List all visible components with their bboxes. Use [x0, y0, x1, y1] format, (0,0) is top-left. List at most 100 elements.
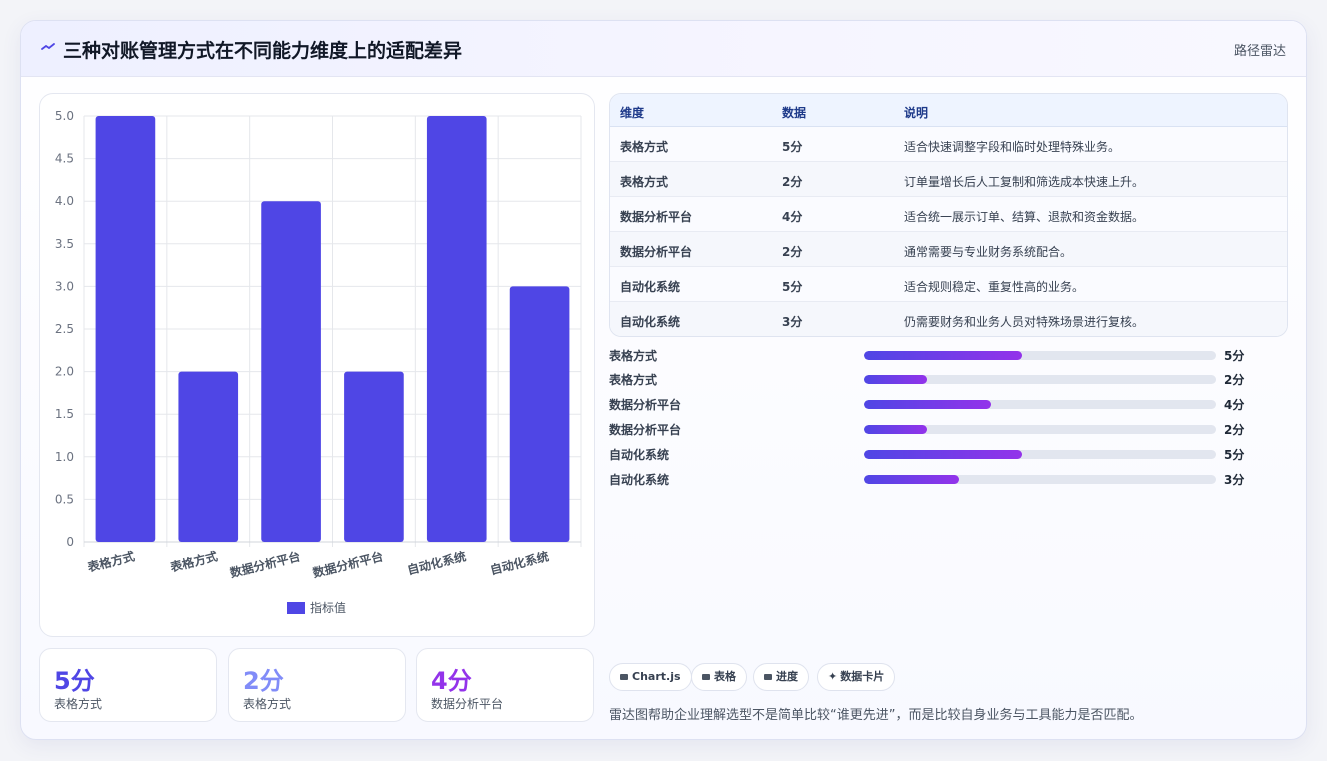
stat-card-1: 5分 表格方式	[39, 648, 217, 722]
bar-chart-panel: 0 0.5 1.0 1.5 2.0 2.5 3.0 3.5 4.0 4.5 5.0 表格方式 表格方式数…	[39, 93, 595, 637]
x-tick-label: 数据分析平台	[311, 548, 385, 580]
header-tag[interactable]: 路径雷达	[1234, 40, 1286, 59]
table-cell: 通常需要与专业财务系统配合。	[904, 245, 1073, 259]
bar	[426, 116, 487, 542]
stat-card-2: 2分 表格方式	[228, 648, 406, 722]
progress-value: 3分	[1224, 473, 1245, 487]
table-row: 数据分析平台 4分 适合统一展示订单、结算、退款和资金数据。	[610, 197, 1287, 232]
bar	[509, 286, 570, 542]
stat-label: 数据分析平台	[431, 697, 504, 711]
progress-track	[864, 375, 1216, 384]
table-row: 自动化系统 3分 仍需要财务和业务人员对特殊场景进行复核。	[610, 302, 1287, 336]
legend-swatch	[287, 602, 305, 614]
x-tick-label: 自动化系统	[406, 548, 468, 577]
progress-track	[864, 400, 1216, 409]
table-row: 数据分析平台 2分 通常需要与专业财务系统配合。	[610, 232, 1287, 267]
progress-label: 表格方式	[609, 373, 658, 387]
table-row: 表格方式 2分 订单量增长后人工复制和筛选成本快速上升。	[610, 162, 1287, 197]
progress-row: 数据分析平台 4分	[609, 395, 1259, 415]
sparkle-icon: ✦	[828, 670, 838, 683]
table-icon	[702, 674, 710, 680]
progress-track	[864, 475, 1216, 484]
progress-label: 数据分析平台	[609, 423, 682, 437]
data-table: 维度 数据 说明 表格方式 5分 适合快速调整字段和临时处理特殊业务。 表格方式…	[609, 93, 1288, 337]
main-card: 三种对账管理方式在不同能力维度上的适配差异 路径雷达 0 0.5 1.0 1.5 2.0…	[20, 20, 1307, 740]
table-cell: 自动化系统	[620, 280, 681, 294]
bar-chart: 00.51.01.52.02.53.03.54.04.55.0表格方式 表格方式数…	[55, 109, 582, 615]
card-header: 三种对账管理方式在不同能力维度上的适配差异 路径雷达	[21, 21, 1306, 77]
table-cell: 自动化系统	[620, 315, 681, 329]
stat-label: 表格方式	[54, 697, 103, 711]
y-tick-label: 3.5	[55, 237, 74, 251]
progress-row: 表格方式 5分	[609, 346, 1259, 366]
x-tick-label: 数据分析平台	[228, 548, 302, 580]
table-cell: 适合快速调整字段和临时处理特殊业务。	[904, 140, 1121, 154]
progress-fill	[864, 351, 1023, 360]
y-tick-label: 4.0	[55, 194, 74, 208]
table-header-cell: 数据	[782, 106, 807, 120]
progress-icon	[764, 674, 772, 680]
chip-data-card[interactable]: ✦ 数据卡片	[817, 663, 896, 691]
y-tick-label: 2.0	[55, 365, 74, 379]
table-cell: 表格方式	[620, 140, 669, 154]
table-cell: 5分	[782, 280, 803, 294]
table-cell: 订单量增长后人工复制和筛选成本快速上升。	[904, 175, 1145, 189]
bar	[95, 116, 156, 542]
chip-label: Chart.js	[632, 670, 681, 683]
progress-fill	[864, 425, 928, 434]
progress-value: 2分	[1224, 373, 1245, 387]
bar	[178, 371, 239, 542]
chip-label: 进度	[776, 670, 798, 683]
stat-value: 5分	[54, 667, 95, 695]
y-tick-label: 3.0	[55, 279, 74, 293]
progress-label: 表格方式	[609, 349, 658, 363]
table-cell: 数据分析平台	[620, 245, 693, 259]
progress-track	[864, 425, 1216, 434]
y-tick-label: 0.5	[55, 492, 74, 506]
x-tick-label: 表格方式	[85, 548, 136, 574]
progress-value: 5分	[1224, 349, 1245, 363]
chip-table[interactable]: 表格	[691, 663, 747, 691]
chip-label: 数据卡片	[840, 670, 885, 683]
progress-value: 2分	[1224, 423, 1245, 437]
table-cell: 数据分析平台	[620, 210, 693, 224]
progress-fill	[864, 400, 991, 409]
y-tick-label: 5.0	[55, 109, 74, 123]
y-tick-label: 2.5	[55, 322, 74, 336]
y-tick-label: 1.0	[55, 450, 74, 464]
y-tick-label: 4.5	[55, 152, 74, 166]
stat-label: 表格方式	[243, 697, 292, 711]
progress-row: 数据分析平台 2分	[609, 420, 1259, 440]
table-cell: 4分	[782, 210, 803, 224]
progress-track	[864, 351, 1216, 360]
table-cell: 3分	[782, 315, 803, 329]
progress-fill	[864, 450, 1023, 459]
table-header-cell: 说明	[904, 106, 929, 120]
chip-progress[interactable]: 进度	[753, 663, 809, 691]
progress-row: 表格方式 2分	[609, 370, 1259, 390]
y-tick-label: 1.5	[55, 407, 74, 421]
footnote: 雷达图帮助企业理解选型不是简单比较“谁更先进”，而是比较自身业务与工具能力是否匹…	[609, 708, 1143, 723]
table-cell: 表格方式	[620, 175, 669, 189]
x-tick-label: 表格方式	[168, 548, 219, 574]
table-header-row: 维度 数据 说明	[610, 94, 1287, 127]
chip-label: 表格	[714, 670, 736, 683]
table-cell: 适合规则稳定、重复性高的业务。	[904, 280, 1085, 294]
table-header-cell: 维度	[620, 106, 645, 120]
trend-icon	[41, 43, 55, 50]
bar	[344, 371, 404, 542]
bar	[261, 201, 321, 542]
table-cell: 2分	[782, 245, 803, 259]
table-row: 自动化系统 5分 适合规则稳定、重复性高的业务。	[610, 267, 1287, 302]
progress-value: 4分	[1224, 398, 1245, 412]
progress-label: 自动化系统	[609, 448, 670, 462]
stat-value: 2分	[243, 667, 284, 695]
y-tick-label: 0	[66, 535, 74, 549]
stat-value: 4分	[431, 667, 472, 695]
table-cell: 2分	[782, 175, 803, 189]
progress-row: 自动化系统 3分	[609, 470, 1259, 490]
progress-value: 5分	[1224, 448, 1245, 462]
table-cell: 适合统一展示订单、结算、退款和资金数据。	[904, 210, 1145, 224]
chip-chartjs[interactable]: Chart.js	[609, 663, 692, 691]
table-cell: 仍需要财务和业务人员对特殊场景进行复核。	[904, 315, 1145, 329]
